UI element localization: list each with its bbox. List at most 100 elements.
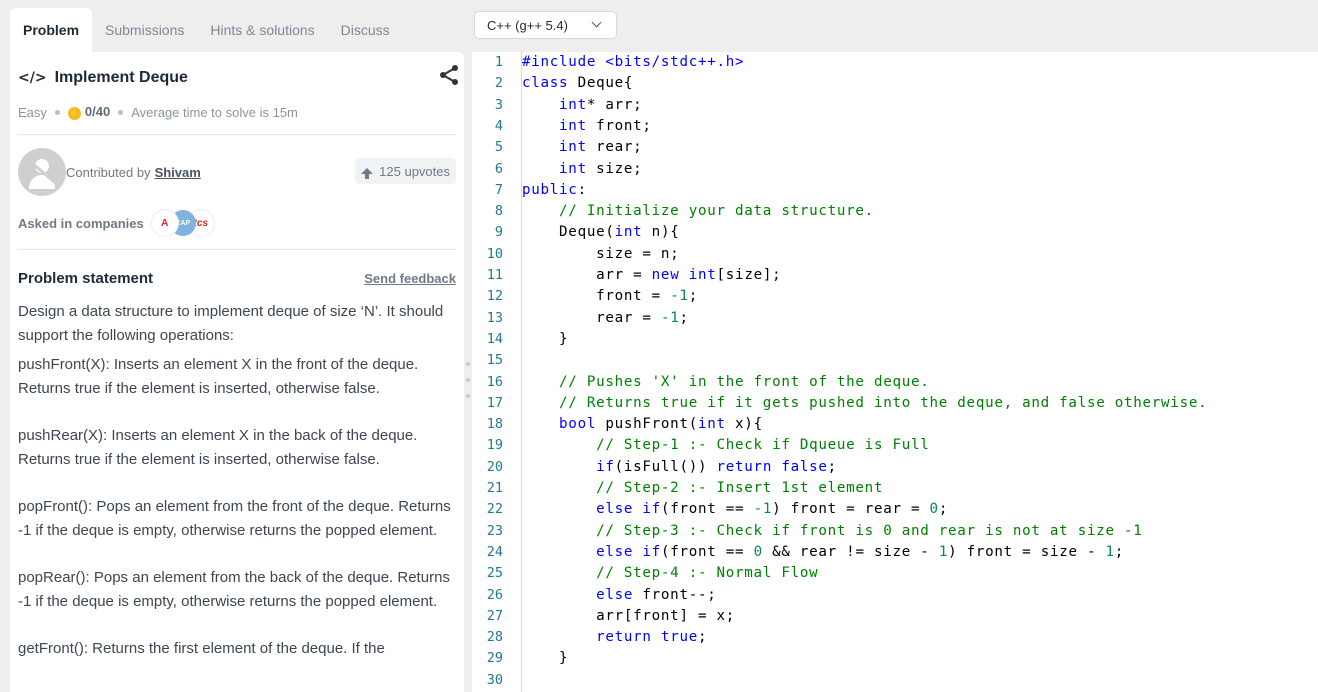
tab-hints-solutions[interactable]: Hints & solutions [197,8,327,52]
line-number: 13 [486,309,503,326]
code-line[interactable]: // Step-1 :- Check if Dqueue is Full [522,435,930,456]
code-line[interactable]: int rear; [522,137,642,158]
code-line[interactable]: class Deque{ [522,73,633,94]
code-line[interactable]: // Step-3 :- Check if front is 0 and rea… [522,521,1143,542]
chevron-down-icon [591,17,602,28]
line-number: 11 [486,267,503,283]
contributed-by-label: Contributed by [66,164,151,180]
language-value: C++ (g++ 5.4) [487,17,568,33]
code-line[interactable]: size = n; [522,244,679,265]
code-line[interactable]: bool pushFront(int x){ [522,414,763,435]
line-number: 26 [486,586,503,603]
line-number: 19 [486,437,503,454]
line-number-gutter: 1 2 3 4 5 6 7 8 9 10 11 12 13 14 15 16 17 18 19 20 21 22 23 24 2… [472,52,522,692]
line-number: 17 [486,394,503,411]
code-editor[interactable]: 1 2 3 4 5 6 7 8 9 10 11 12 13 14 15 16 17 18 19 20 21 22 23 24 2… [472,52,1318,692]
code-line[interactable]: } [522,329,568,350]
score-value: 0/40 [84,104,111,119]
code-line[interactable]: else if(front == 0 && rear != size - 1) … [522,542,1124,563]
language-select[interactable]: C++ (g++ 5.4) [474,11,617,39]
problem-tabs: Problem Submissions Hints & solutions Di… [10,8,403,52]
line-number: 8 [494,203,503,220]
code-line[interactable]: arr[front] = x; [522,606,735,627]
problem-meta: Easy ⚡ 0/40 Average time to solve is 15m [18,104,456,120]
line-number: 25 [486,565,503,582]
line-number: 30 [486,671,503,688]
problem-statement: Design a data structure to implement deq… [18,300,456,661]
companies-row: Asked in companies A CAP tcs [18,208,456,238]
problem-title: Implement Deque [54,69,188,86]
code-line[interactable]: else if(front == -1) front = rear = 0; [522,499,948,520]
code-line[interactable]: public: [522,180,587,201]
code-line[interactable]: // Initialize your data structure. [522,201,874,222]
tab-problem[interactable]: Problem [10,8,93,52]
contributor-text: Contributed by Shivam [66,165,201,180]
line-number: 28 [486,629,503,646]
average-time: Average time to solve is 15m [131,104,298,120]
code-line[interactable]: if(isFull()) return false; [522,457,837,478]
line-number: 1 [494,54,503,70]
difficulty-label: Easy [18,104,47,120]
code-line[interactable]: #include <bits/stdc++.h> [522,52,744,73]
statement-heading: Problem statement [18,270,154,287]
statement-paragraph: pushRear(X): Inserts an element X in the… [18,427,418,468]
upvote-count: 125 upvotes [379,163,450,179]
divider [18,249,456,250]
line-number: 12 [486,288,503,305]
line-number: 16 [486,373,503,390]
adobe-logo[interactable]: A [151,210,178,236]
line-number: 27 [486,607,503,624]
code-line[interactable]: front = -1; [522,286,698,307]
code-line[interactable]: arr = new int[size]; [522,265,781,286]
line-number: 3 [494,96,503,113]
statement-paragraph: getFront(): Returns the first element of… [18,640,385,657]
line-number: 21 [486,480,503,496]
avatar [18,148,66,196]
separator-dot [54,109,60,115]
line-number: 15 [486,352,503,369]
code-line[interactable]: rear = -1; [522,308,689,329]
statement-header: Problem statement Send feedback [18,270,456,287]
code-line[interactable]: int front; [522,116,652,137]
line-number: 14 [486,330,503,347]
line-number: 10 [486,245,503,262]
separator-dot [118,109,124,115]
code-line[interactable]: // Step-4 :- Normal Flow [522,563,818,584]
contributor-row: Contributed by Shivam 125 upvotes [18,148,456,196]
upvote-icon [361,168,374,179]
share-icon[interactable] [438,64,460,86]
code-line[interactable]: // Step-2 :- Insert 1st element [522,478,883,499]
code-line[interactable]: int* arr; [522,95,642,116]
code-line[interactable]: } [522,648,568,669]
code-line[interactable]: int size; [522,159,642,180]
code-line[interactable]: // Pushes 'X' in the front of the deque. [522,372,930,393]
line-number: 6 [494,160,503,177]
line-number: 29 [486,650,503,667]
panel-resize-handle[interactable] [466,362,470,398]
code-line[interactable]: // Returns true if it gets pushed into t… [522,393,1207,414]
statement-paragraph: Design a data structure to implement deq… [18,303,444,344]
code-line[interactable]: else front--; [522,585,717,606]
tab-discuss[interactable]: Discuss [328,8,403,52]
companies-label: Asked in companies [18,215,144,231]
upvote-button[interactable]: 125 upvotes [355,158,456,184]
line-number: 18 [486,416,503,433]
coin-icon: ⚡ [67,107,81,120]
problem-panel: </> Implement Deque Easy ⚡ 0/40 Average t… [10,52,464,692]
problem-header: </> Implement Deque [18,66,456,90]
tab-submissions[interactable]: Submissions [92,8,197,52]
statement-paragraph: popFront(): Pops an element from the fro… [18,498,451,539]
divider [18,134,456,135]
line-number: 22 [486,501,503,518]
line-number: 23 [486,522,503,539]
code-icon: </> [18,70,47,86]
line-number: 24 [486,543,503,560]
send-feedback-link[interactable]: Send feedback [364,271,456,286]
code-line[interactable]: Deque(int n){ [522,222,679,243]
line-number: 2 [494,75,503,92]
code-line[interactable]: return true; [522,627,707,648]
line-number: 20 [486,458,503,475]
line-number: 9 [494,224,503,241]
contributor-link[interactable]: Shivam [155,165,201,180]
score: ⚡ 0/40 [67,104,111,120]
